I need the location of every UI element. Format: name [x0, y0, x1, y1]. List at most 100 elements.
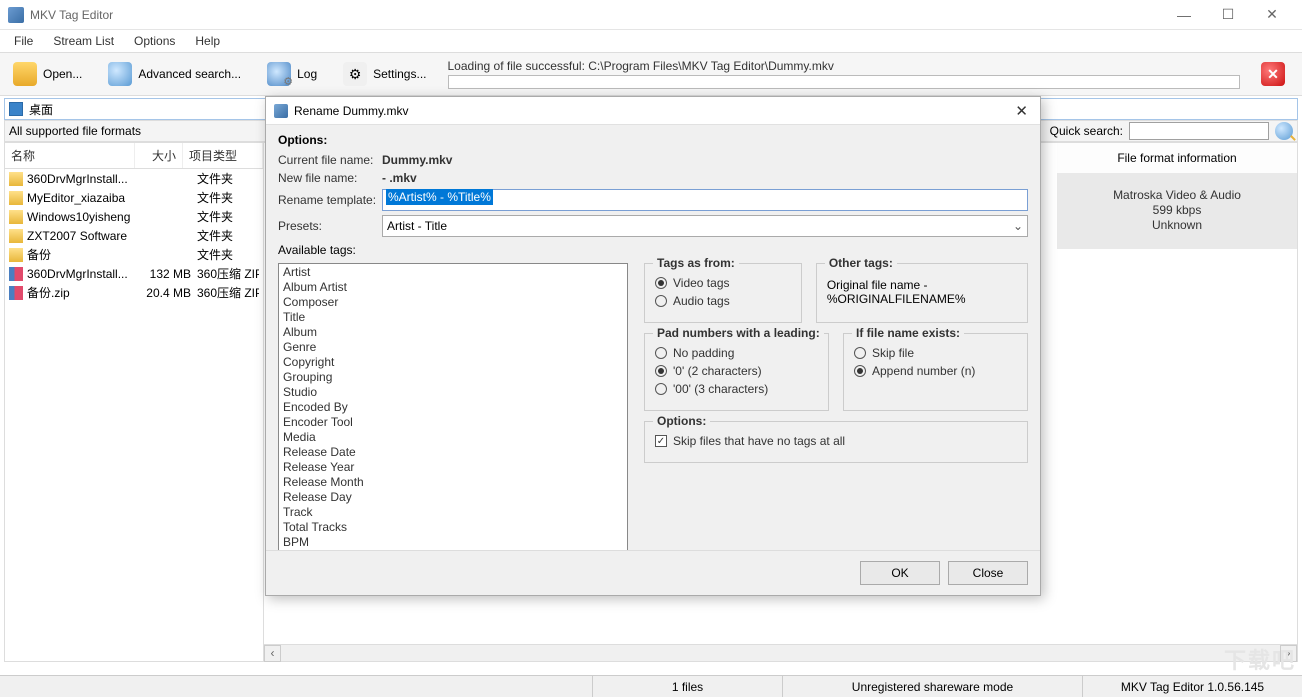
col-size[interactable]: 大小 — [135, 143, 183, 168]
skip-no-tags-checkbox[interactable]: Skip files that have no tags at all — [655, 434, 1017, 448]
tag-item[interactable]: Composer — [283, 295, 623, 310]
minimize-button[interactable]: — — [1162, 0, 1206, 30]
file-row[interactable]: 360DrvMgrInstall...132 MB360压缩 ZIP ... — [5, 264, 263, 283]
file-name: ZXT2007 Software — [27, 229, 145, 243]
current-name-label: Current file name: — [278, 153, 382, 167]
tag-item[interactable]: Media — [283, 430, 623, 445]
tag-item[interactable]: Album Artist — [283, 280, 623, 295]
file-type: 文件夹 — [197, 189, 259, 206]
dialog-close-button[interactable]: ✕ — [1011, 102, 1032, 120]
file-row[interactable]: MyEditor_xiazaiba 文件夹 — [5, 188, 263, 207]
presets-select[interactable]: Artist - Title ⌄ — [382, 215, 1028, 237]
radio-icon — [655, 277, 667, 289]
tag-item[interactable]: Artist — [283, 265, 623, 280]
log-button[interactable]: Log — [256, 57, 328, 91]
tag-item[interactable]: Track — [283, 505, 623, 520]
tag-item[interactable]: Encoded By — [283, 400, 623, 415]
info-line2: 599 kbps — [1071, 203, 1283, 217]
preset-value: Artist - Title — [387, 219, 447, 233]
log-label: Log — [297, 67, 317, 81]
file-type: 文件夹 — [197, 246, 259, 263]
file-size: 132 MB — [145, 267, 197, 281]
search-globe-icon — [108, 62, 132, 86]
file-name: MyEditor_xiazaiba — [27, 191, 145, 205]
zip-icon — [9, 267, 23, 281]
status-files: 1 files — [592, 676, 782, 697]
tag-item[interactable]: Release Month — [283, 475, 623, 490]
tag-item[interactable]: Release Day — [283, 490, 623, 505]
quicksearch-input[interactable] — [1129, 122, 1269, 140]
menu-help[interactable]: Help — [187, 32, 228, 50]
radio-icon — [854, 347, 866, 359]
exists-group: If file name exists: Skip file Append nu… — [843, 333, 1028, 411]
tag-item[interactable]: Total Tracks — [283, 520, 623, 535]
pad-three-radio[interactable]: '00' (3 characters) — [655, 382, 818, 396]
pad-none-radio[interactable]: No padding — [655, 346, 818, 360]
filter-text[interactable]: All supported file formats — [9, 124, 141, 138]
menu-options[interactable]: Options — [126, 32, 183, 50]
audio-tags-radio[interactable]: Audio tags — [655, 294, 791, 308]
ok-button[interactable]: OK — [860, 561, 940, 585]
skip-file-radio[interactable]: Skip file — [854, 346, 1017, 360]
file-row[interactable]: ZXT2007 Software文件夹 — [5, 226, 263, 245]
tag-item[interactable]: Genre — [283, 340, 623, 355]
tag-item[interactable]: BPM — [283, 535, 623, 550]
advanced-search-button[interactable]: Advanced search... — [97, 57, 252, 91]
tag-item[interactable]: Title — [283, 310, 623, 325]
radio-icon — [655, 383, 667, 395]
file-name: Windows10yisheng — [27, 210, 145, 224]
tag-item[interactable]: Studio — [283, 385, 623, 400]
append-number-radio[interactable]: Append number (n) — [854, 364, 1017, 378]
exists-legend: If file name exists: — [852, 326, 964, 340]
new-name-label: New file name: — [278, 171, 382, 185]
tag-item[interactable]: Grouping — [283, 370, 623, 385]
file-type: 文件夹 — [197, 170, 259, 187]
menubar: File Stream List Options Help — [0, 30, 1302, 52]
file-name: 360DrvMgrInstall... — [27, 172, 145, 186]
checkbox-icon — [655, 435, 667, 447]
radio-icon — [854, 365, 866, 377]
file-row[interactable]: 备份.zip20.4 MB360压缩 ZIP ... — [5, 283, 263, 302]
rename-dialog: Rename Dummy.mkv ✕ Options: Current file… — [265, 96, 1041, 596]
search-icon[interactable] — [1275, 122, 1293, 140]
horizontal-scrollbar[interactable]: ‹ › — [264, 644, 1297, 661]
file-list-pane: 名称 大小 项目类型 360DrvMgrInstall...文件夹MyEdito… — [4, 142, 264, 662]
tag-item[interactable]: Copyright — [283, 355, 623, 370]
scroll-left-icon[interactable]: ‹ — [264, 645, 281, 662]
col-type[interactable]: 项目类型 — [183, 143, 263, 168]
open-button[interactable]: Open... — [2, 57, 93, 91]
titlebar: MKV Tag Editor — ☐ ✕ — [0, 0, 1302, 30]
options-heading: Options: — [278, 133, 1028, 147]
folder-open-icon — [13, 62, 37, 86]
settings-button[interactable]: ⚙ Settings... — [332, 57, 437, 91]
scroll-right-icon[interactable]: › — [1280, 645, 1297, 662]
pad-two-radio[interactable]: '0' (2 characters) — [655, 364, 818, 378]
available-tags-list[interactable]: ArtistAlbum ArtistComposerTitleAlbumGenr… — [278, 263, 628, 550]
status-line: Loading of file successful: C:\Program F… — [448, 59, 1241, 89]
radio-icon — [655, 347, 667, 359]
file-name: 备份 — [27, 246, 145, 263]
available-tags-label: Available tags: — [278, 243, 1028, 257]
video-tags-radio[interactable]: Video tags — [655, 276, 791, 290]
tag-item[interactable]: Release Year — [283, 460, 623, 475]
file-row[interactable]: 360DrvMgrInstall... 文件夹 — [5, 169, 263, 188]
template-input[interactable]: %Artist% - %Title% — [382, 189, 1028, 211]
close-file-button[interactable]: ✕ — [1250, 57, 1296, 91]
dialog-icon — [274, 104, 288, 118]
menu-streamlist[interactable]: Stream List — [45, 32, 122, 50]
status-version: MKV Tag Editor 1.0.56.145 — [1082, 676, 1302, 697]
file-row[interactable]: 备份 文件夹 — [5, 245, 263, 264]
menu-file[interactable]: File — [6, 32, 41, 50]
col-name[interactable]: 名称 — [5, 143, 135, 168]
tag-item[interactable]: Album — [283, 325, 623, 340]
tag-item[interactable]: Encoder Tool — [283, 415, 623, 430]
file-type: 360压缩 ZIP ... — [197, 284, 259, 301]
close-dialog-button[interactable]: Close — [948, 561, 1028, 585]
app-icon — [8, 7, 24, 23]
advsearch-label: Advanced search... — [138, 67, 241, 81]
folder-icon — [9, 229, 23, 243]
close-button[interactable]: ✕ — [1250, 0, 1294, 30]
file-row[interactable]: Windows10yisheng文件夹 — [5, 207, 263, 226]
maximize-button[interactable]: ☐ — [1206, 0, 1250, 30]
tag-item[interactable]: Release Date — [283, 445, 623, 460]
